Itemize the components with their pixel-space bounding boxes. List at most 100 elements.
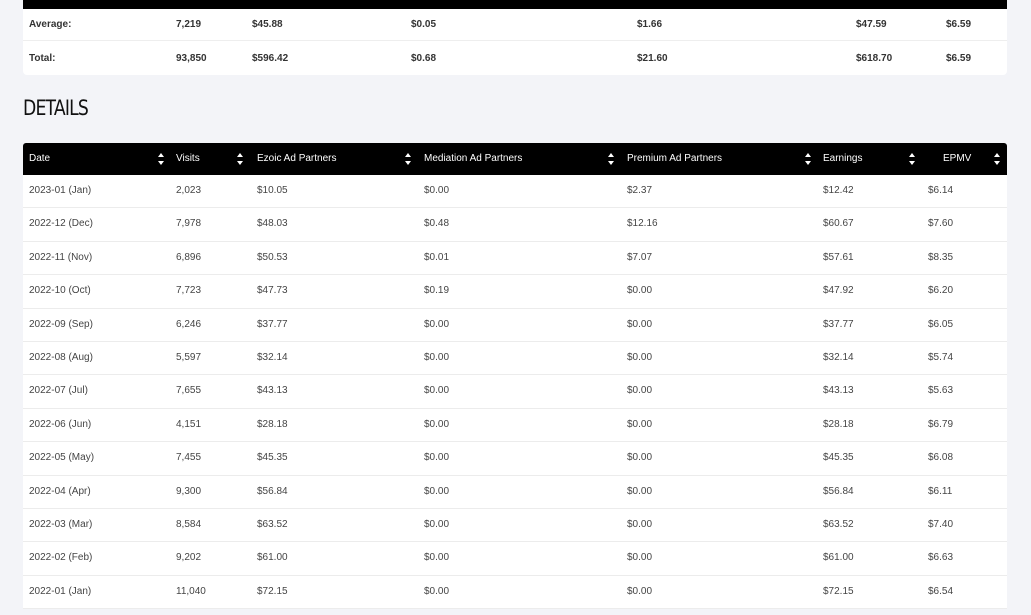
cell-ezoic: $50.53 [257, 251, 288, 263]
cell-earnings: $63.52 [823, 519, 854, 530]
cell-visits: 9,300 [176, 485, 202, 497]
sort-arrows-icon[interactable] [993, 151, 1001, 167]
cell-epmv: $8.35 [928, 251, 954, 263]
cell-mediation: $0.00 [424, 485, 450, 497]
table-row: 2022-08 (Aug) 5,597 $32.14 $0.00 $0.00 $32.14… [23, 342, 1007, 376]
summary-label: Average: [29, 19, 72, 30]
column-header-earnings[interactable]: Earnings [816, 143, 920, 175]
cell-mediation: $0.00 [424, 385, 450, 397]
cell-mediation: $0.00 [424, 519, 450, 530]
summary-ezoic: $45.88 [252, 19, 283, 30]
cell-premium: $12.16 [627, 218, 658, 230]
summary-label: Total: [29, 53, 56, 64]
cell-mediation: $0.00 [424, 318, 450, 330]
table-row: 2022-11 (Nov) 6,896 $50.53 $0.01 $7.07 $57.61… [23, 241, 1007, 276]
sort-arrows-icon[interactable] [236, 151, 244, 167]
cell-date: 2022-01 (Jan) [29, 585, 92, 597]
cell-ezoic: $63.52 [257, 519, 288, 530]
cell-premium: $0.00 [627, 485, 653, 497]
column-header-visits[interactable]: Visits [170, 143, 250, 175]
column-header-epmv[interactable]: EPMV [920, 143, 1007, 175]
table-row: 2022-10 (Oct) 7,723 $47.73 $0.19 $0.00 $47.92… [23, 275, 1007, 309]
cell-date: 2022-11 (Nov) [29, 251, 93, 263]
cell-earnings: $45.35 [823, 452, 854, 464]
cell-visits: 7,455 [176, 452, 202, 464]
table-row: 2023-01 (Jan) 2,023 $10.05 $0.00 $2.37 $12.42… [23, 175, 1007, 209]
column-label: Premium Ad Partners [627, 153, 723, 164]
summary-earnings: $47.59 [856, 19, 887, 30]
cell-earnings: $72.15 [823, 585, 854, 597]
cell-date: 2022-06 (Jun) [29, 418, 92, 430]
cell-premium: $7.07 [627, 251, 653, 263]
cell-visits: 9,202 [176, 552, 202, 564]
table-row: 2022-07 (Jul) 7,655 $43.13 $0.00 $0.00 $43.13… [23, 375, 1007, 409]
cell-epmv: $6.54 [928, 585, 954, 597]
cell-mediation: $0.00 [424, 452, 450, 464]
cell-ezoic: $37.77 [257, 318, 288, 330]
column-header-premium-ad-partners[interactable]: Premium Ad Partners [620, 143, 816, 175]
cell-mediation: $0.00 [424, 185, 450, 196]
cell-visits: 7,723 [176, 285, 202, 297]
cell-date: 2022-04 (Apr) [29, 485, 91, 497]
cell-epmv: $7.40 [928, 519, 954, 530]
cell-mediation: $0.00 [424, 352, 450, 363]
cell-mediation: $0.00 [424, 585, 450, 597]
cell-ezoic: $10.05 [257, 185, 288, 196]
table-row: 2022-09 (Sep) 6,246 $37.77 $0.00 $0.00 $37.77… [23, 308, 1007, 342]
summary-row-total: Total: 93,850 $596.42 $0.68 $21.60 $618.… [23, 42, 1007, 75]
sort-arrows-icon[interactable] [404, 151, 412, 167]
cell-earnings: $37.77 [823, 318, 854, 330]
cell-mediation: $0.00 [424, 418, 450, 430]
column-header-date[interactable]: Date [23, 143, 170, 175]
table-row: 2022-06 (Jun) 4,151 $28.18 $0.00 $0.00 $28.18… [23, 408, 1007, 443]
cell-visits: 11,040 [176, 585, 206, 597]
cell-epmv: $5.63 [928, 385, 954, 397]
cell-date: 2022-02 (Feb) [29, 552, 93, 564]
summary-row-average: Average: 7,219 $45.88 $0.05 $1.66 $47.59… [23, 8, 1007, 41]
table-row: 2022-02 (Feb) 9,202 $61.00 $0.00 $0.00 $61.00… [23, 542, 1007, 576]
cell-visits: 4,151 [176, 418, 202, 430]
summary-premium: $21.60 [637, 53, 668, 64]
cell-date: 2022-07 (Jul) [29, 385, 88, 397]
sort-arrows-icon[interactable] [607, 151, 615, 167]
table-row: 2022-03 (Mar) 8,584 $63.52 $0.00 $0.00 $63.52… [23, 509, 1007, 543]
cell-ezoic: $28.18 [257, 418, 288, 430]
cell-premium: $0.00 [627, 385, 653, 397]
cell-date: 2022-03 (Mar) [29, 519, 93, 530]
summary-visits: 7,219 [176, 19, 202, 30]
cell-epmv: $6.63 [928, 552, 954, 564]
cell-epmv: $6.05 [928, 318, 954, 330]
cell-premium: $2.37 [627, 185, 653, 196]
table-row: 2022-12 (Dec) 7,978 $48.03 $0.48 $12.16 $60.6… [23, 208, 1007, 242]
cell-earnings: $32.14 [823, 352, 854, 363]
cell-ezoic: $43.13 [257, 385, 288, 397]
cell-premium: $0.00 [627, 585, 653, 597]
cell-visits: 7,655 [176, 385, 202, 397]
column-header-mediation-ad-partners[interactable]: Mediation Ad Partners [417, 143, 620, 175]
cell-premium: $0.00 [627, 452, 653, 464]
summary-earnings: $618.70 [856, 53, 893, 64]
cell-visits: 7,978 [176, 218, 202, 230]
cell-earnings: $56.84 [823, 485, 854, 497]
cell-earnings: $47.92 [823, 285, 854, 297]
cell-mediation: $0.01 [424, 251, 450, 263]
summary-table: Average: 7,219 $45.88 $0.05 $1.66 $47.59… [23, 0, 1007, 75]
sort-arrows-icon[interactable] [908, 151, 916, 167]
cell-visits: 2,023 [176, 185, 202, 196]
cell-date: 2022-05 (May) [29, 452, 95, 464]
cell-mediation: $0.19 [424, 285, 450, 297]
summary-epmv: $6.59 [946, 53, 972, 64]
cell-ezoic: $61.00 [257, 552, 288, 564]
cell-earnings: $57.61 [823, 251, 854, 263]
summary-ezoic: $596.42 [252, 53, 289, 64]
cell-premium: $0.00 [627, 519, 653, 530]
cell-epmv: $6.20 [928, 285, 954, 297]
table-row: 2022-01 (Jan) 11,040 $72.15 $0.00 $0.00 $72.1… [23, 575, 1007, 610]
sort-arrows-icon[interactable] [157, 151, 165, 167]
sort-arrows-icon[interactable] [804, 151, 812, 167]
cell-mediation: $0.00 [424, 552, 450, 564]
column-header-ezoic-ad-partners[interactable]: Ezoic Ad Partners [250, 143, 417, 175]
cell-epmv: $6.08 [928, 452, 954, 464]
column-label: Mediation Ad Partners [424, 153, 523, 164]
summary-premium: $1.66 [637, 19, 663, 30]
